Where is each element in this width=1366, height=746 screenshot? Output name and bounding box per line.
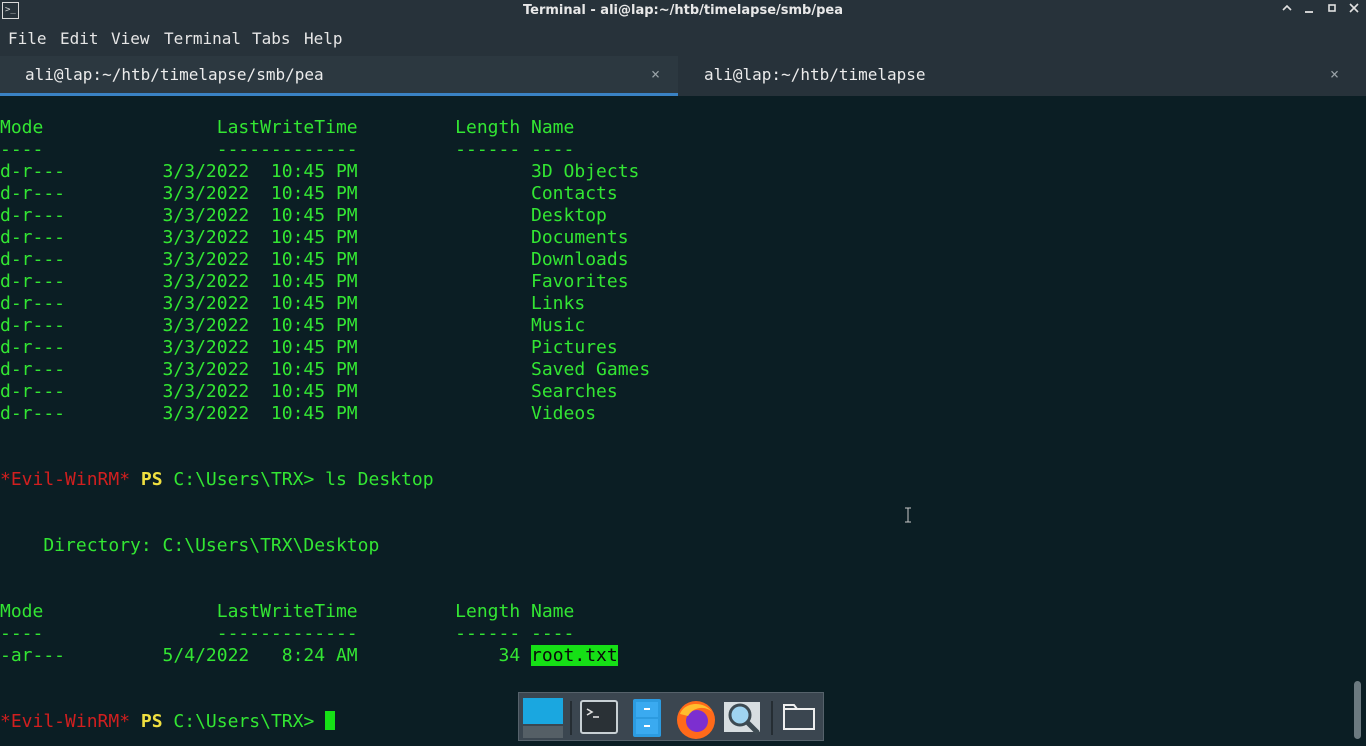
- table-row: d-r--- 3/3/2022 10:45 PM Documents: [0, 227, 629, 248]
- directory-line: Directory: C:\Users\TRX\Desktop: [0, 535, 380, 556]
- table-header: Mode LastWriteTime Length Name: [0, 601, 575, 622]
- tab-bar: ali@lap:~/htb/timelapse/smb/pea × ali@la…: [0, 56, 1366, 96]
- menu-bar: File Edit View Terminal Tabs Help: [0, 22, 1366, 56]
- dock: [518, 692, 824, 741]
- magnifier-icon[interactable]: [723, 698, 763, 738]
- ibeam-cursor-icon: [904, 507, 912, 527]
- tab-label: ali@lap:~/htb/timelapse/smb/pea: [25, 65, 324, 84]
- prompt-line[interactable]: *Evil-WinRM* PS C:\Users\TRX>: [0, 711, 336, 733]
- prompt-ps: PS: [140, 711, 163, 732]
- prompt-ps: PS: [140, 469, 163, 490]
- minimize-icon[interactable]: [1298, 0, 1320, 22]
- menu-terminal[interactable]: Terminal: [164, 22, 241, 56]
- row-prefix: -ar--- 5/4/2022 8:24 AM 34: [0, 645, 532, 666]
- table-row: -ar--- 5/4/2022 8:24 AM 34 root.txt: [0, 645, 618, 667]
- file-cabinet-icon[interactable]: [627, 698, 667, 738]
- table-header-rule: ---- ------------- ------ ----: [0, 139, 575, 160]
- table-row: d-r--- 3/3/2022 10:45 PM Searches: [0, 381, 618, 402]
- tab-close-icon[interactable]: ×: [651, 56, 660, 93]
- menu-view[interactable]: View: [111, 22, 150, 56]
- table-row: d-r--- 3/3/2022 10:45 PM Links: [0, 293, 586, 314]
- tab-timelapse[interactable]: ali@lap:~/htb/timelapse ×: [678, 56, 1366, 96]
- chevron-up-icon[interactable]: [1276, 0, 1298, 22]
- prompt-command: ls Desktop: [325, 469, 434, 490]
- tab-label: ali@lap:~/htb/timelapse: [704, 65, 926, 84]
- menu-edit[interactable]: Edit: [60, 22, 99, 56]
- file-name-highlight: root.txt: [531, 645, 618, 666]
- menu-tabs[interactable]: Tabs: [252, 22, 291, 56]
- table-row: d-r--- 3/3/2022 10:45 PM Desktop: [0, 205, 607, 226]
- table-header: Mode LastWriteTime Length Name: [0, 117, 575, 138]
- table-header-rule: ---- ------------- ------ ----: [0, 623, 575, 644]
- table-row: d-r--- 3/3/2022 10:45 PM Saved Games: [0, 359, 651, 380]
- prompt-path: C:\Users\TRX>: [173, 711, 315, 732]
- dock-separator: [771, 701, 773, 735]
- prompt-tag: *Evil-WinRM*: [0, 469, 131, 490]
- table-row: d-r--- 3/3/2022 10:45 PM Downloads: [0, 249, 629, 270]
- table-row: d-r--- 3/3/2022 10:45 PM 3D Objects: [0, 161, 640, 182]
- title-bar: >_ Terminal - ali@lap:~/htb/timelapse/sm…: [0, 0, 1366, 22]
- table-row: d-r--- 3/3/2022 10:45 PM Contacts: [0, 183, 618, 204]
- tab-close-icon[interactable]: ×: [1330, 56, 1339, 93]
- show-desktop-icon[interactable]: [523, 698, 563, 738]
- tab-smb-pea[interactable]: ali@lap:~/htb/timelapse/smb/pea ×: [0, 56, 678, 96]
- prompt-tag: *Evil-WinRM*: [0, 711, 131, 732]
- folder-icon[interactable]: [781, 698, 821, 738]
- scrollbar-thumb[interactable]: [1354, 681, 1361, 739]
- text-cursor: [325, 711, 336, 730]
- prompt-line: *Evil-WinRM* PS C:\Users\TRX> ls Desktop: [0, 469, 434, 491]
- table-row: d-r--- 3/3/2022 10:45 PM Videos: [0, 403, 597, 424]
- firefox-icon[interactable]: [674, 698, 715, 739]
- table-row: d-r--- 3/3/2022 10:45 PM Favorites: [0, 271, 629, 292]
- terminal-output[interactable]: Mode LastWriteTime Length Name ---- ----…: [0, 96, 1350, 741]
- dock-separator: [570, 701, 572, 735]
- scrollbar[interactable]: [1350, 96, 1366, 741]
- prompt-path: C:\Users\TRX>: [173, 469, 315, 490]
- table-row: d-r--- 3/3/2022 10:45 PM Pictures: [0, 337, 618, 358]
- terminal-icon[interactable]: [579, 698, 619, 738]
- close-icon[interactable]: [1343, 0, 1365, 22]
- menu-file[interactable]: File: [8, 22, 47, 56]
- maximize-icon[interactable]: [1321, 0, 1343, 22]
- table-row: d-r--- 3/3/2022 10:45 PM Music: [0, 315, 586, 336]
- window-title: Terminal - ali@lap:~/htb/timelapse/smb/p…: [523, 3, 843, 18]
- menu-help[interactable]: Help: [304, 22, 343, 56]
